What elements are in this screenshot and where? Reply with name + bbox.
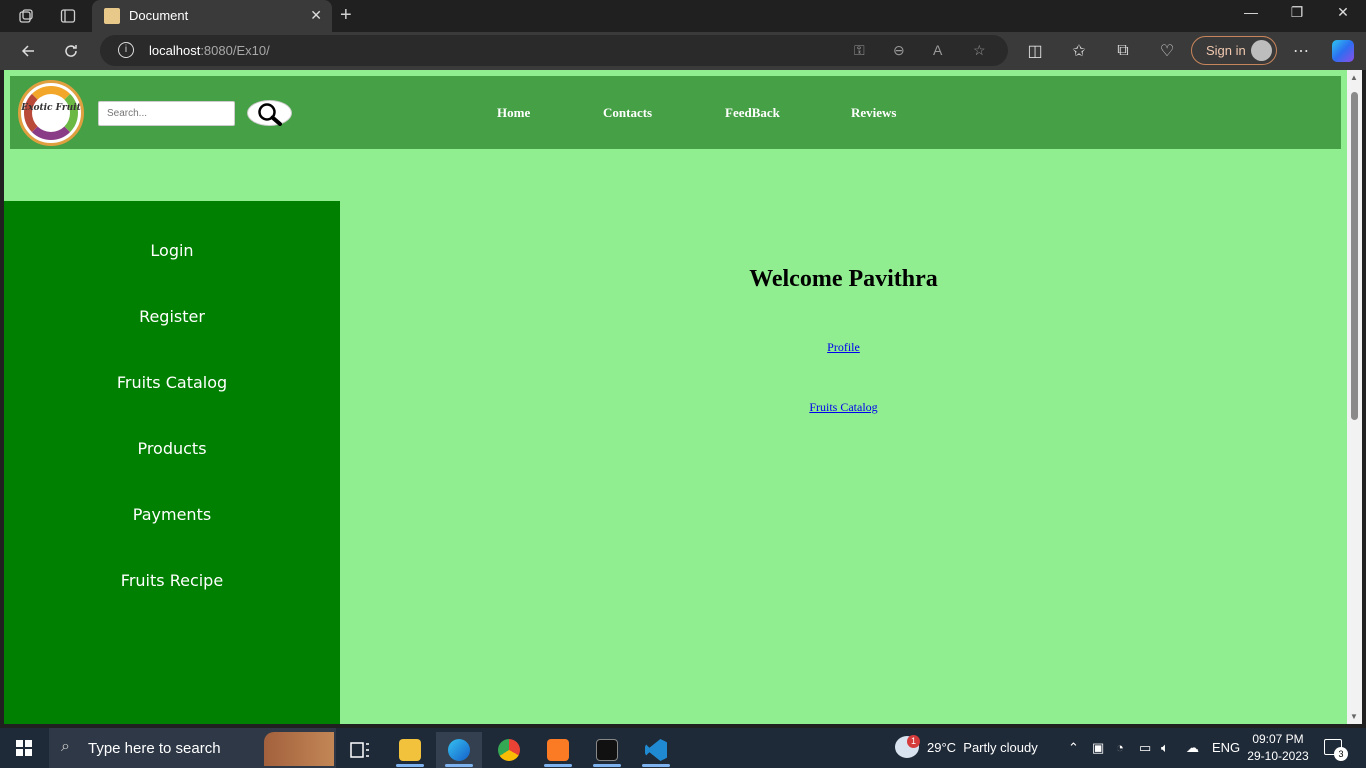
sidebar-item-fruits-recipe[interactable]: Fruits Recipe <box>4 571 340 590</box>
site-header: Exotic Fruit Home Contacts FeedBack Revi… <box>10 76 1341 149</box>
minimize-icon[interactable]: — <box>1228 4 1274 20</box>
scroll-up-icon[interactable]: ▲ <box>1350 73 1358 82</box>
show-hidden-icons-icon[interactable]: ⌃ <box>1068 740 1079 756</box>
key-icon[interactable]: ⚿ <box>854 42 865 59</box>
url-path: :8080/Ex10/ <box>200 43 270 58</box>
notification-count: 3 <box>1334 747 1348 761</box>
browser-essentials-icon[interactable]: ♡ <box>1156 40 1178 62</box>
tab-title: Document <box>129 8 189 23</box>
favorites-icon[interactable]: ✩ <box>1068 40 1090 62</box>
language-indicator[interactable]: ENG <box>1212 740 1240 755</box>
clock-time: 09:07 PM <box>1252 732 1304 746</box>
vscode-icon[interactable] <box>633 732 679 768</box>
task-view-icon[interactable] <box>337 732 383 768</box>
read-aloud-icon[interactable]: A <box>933 42 942 58</box>
logo-text: Exotic Fruit <box>21 103 81 113</box>
volume-icon[interactable]: 🔈︎ <box>1161 740 1169 756</box>
edge-browser-icon[interactable] <box>436 732 482 768</box>
fruits-catalog-link-row: Fruits Catalog <box>340 400 1347 415</box>
fruits-catalog-link[interactable]: Fruits Catalog <box>809 400 877 414</box>
split-screen-icon[interactable]: ◫ <box>1024 40 1046 62</box>
clock-date: 29-10-2023 <box>1247 749 1309 763</box>
close-tab-icon[interactable]: ✕ <box>310 7 322 24</box>
sidebar-item-login[interactable]: Login <box>4 241 340 260</box>
workspaces-icon[interactable] <box>14 4 38 28</box>
more-menu-icon[interactable]: ⋯ <box>1290 40 1312 62</box>
sidebar-item-register[interactable]: Register <box>4 307 340 326</box>
browser-tab-strip: Document ✕ + — ❐ ✕ <box>0 0 1366 32</box>
url-text: localhost:8080/Ex10/ <box>149 43 270 58</box>
scroll-thumb[interactable] <box>1351 92 1358 420</box>
weather-badge: 1 <box>907 735 920 748</box>
profile-avatar-icon <box>1251 40 1272 61</box>
nav-home[interactable]: Home <box>497 105 530 121</box>
sign-in-label: Sign in <box>1206 43 1246 58</box>
new-tab-icon[interactable]: + <box>340 4 352 27</box>
meet-now-icon[interactable]: ▣ <box>1092 740 1104 756</box>
favorite-star-icon[interactable]: ☆ <box>973 42 986 59</box>
profile-link[interactable]: Profile <box>827 340 860 354</box>
battery-icon[interactable]: ▭ <box>1139 740 1151 756</box>
sidebar-item-products[interactable]: Products <box>4 439 340 458</box>
zoom-out-icon[interactable]: ⊖ <box>893 42 905 59</box>
scroll-down-icon[interactable]: ▼ <box>1350 712 1358 721</box>
terminal-icon[interactable] <box>584 732 630 768</box>
xampp-icon[interactable] <box>535 732 581 768</box>
search-input[interactable] <box>98 101 235 126</box>
notifications-icon[interactable]: 3 <box>1324 739 1348 761</box>
onedrive-icon[interactable]: ☁ <box>1186 740 1199 756</box>
taskbar-search-placeholder: Type here to search <box>88 740 221 757</box>
fruit-ring-graphic <box>24 86 78 140</box>
browser-tab[interactable]: Document ✕ <box>92 0 332 32</box>
taskbar-search-box[interactable]: ⌕ Type here to search <box>49 728 336 768</box>
nav-contacts[interactable]: Contacts <box>603 105 652 121</box>
nav-feedback[interactable]: FeedBack <box>725 105 780 121</box>
page-scrollbar[interactable]: ▲ ▼ <box>1347 70 1362 724</box>
search-button[interactable] <box>247 100 292 126</box>
windows-taskbar: ⌕ Type here to search 1 29°C Partly clou… <box>0 728 1366 768</box>
collections-icon[interactable]: ⧉ <box>1112 40 1134 62</box>
url-host: localhost <box>149 43 201 58</box>
copilot-icon[interactable] <box>1332 40 1354 62</box>
site-info-icon[interactable]: i <box>118 42 134 58</box>
chrome-icon[interactable] <box>486 732 532 768</box>
clock[interactable]: 09:07 PM 29-10-2023 <box>1246 731 1310 765</box>
sidebar-item-payments[interactable]: Payments <box>4 505 340 524</box>
sidebar-item-fruits-catalog[interactable]: Fruits Catalog <box>4 373 340 392</box>
address-bar[interactable]: i localhost:8080/Ex10/ ⚿ ⊖ A ☆ <box>100 35 1008 66</box>
file-explorer-icon[interactable] <box>387 732 433 768</box>
refresh-icon[interactable] <box>60 40 82 62</box>
page-favicon-icon <box>104 8 120 24</box>
page-viewport: Exotic Fruit Home Contacts FeedBack Revi… <box>4 70 1347 724</box>
profile-link-row: Profile <box>340 340 1347 355</box>
tab-actions-icon[interactable] <box>56 4 80 28</box>
site-logo[interactable]: Exotic Fruit <box>18 80 84 146</box>
sidebar: Login Register Fruits Catalog Products P… <box>4 201 340 724</box>
sign-in-button[interactable]: Sign in <box>1191 36 1277 65</box>
browser-toolbar: i localhost:8080/Ex10/ ⚿ ⊖ A ☆ ◫ ✩ ⧉ ♡ S… <box>0 32 1366 70</box>
wifi-icon[interactable]: ◔ <box>1116 740 1124 755</box>
welcome-heading: Welcome Pavithra <box>749 266 938 292</box>
back-icon[interactable] <box>17 40 39 62</box>
close-window-icon[interactable]: ✕ <box>1320 4 1366 21</box>
search-icon: ⌕ <box>61 738 70 755</box>
restore-icon[interactable]: ❐ <box>1274 4 1320 21</box>
windows-start-icon[interactable] <box>16 740 32 756</box>
weather-text[interactable]: 29°C Partly cloudy <box>927 740 1038 755</box>
magnifier-icon <box>258 103 282 126</box>
search-highlight-art <box>264 732 334 766</box>
nav-reviews[interactable]: Reviews <box>851 105 897 121</box>
